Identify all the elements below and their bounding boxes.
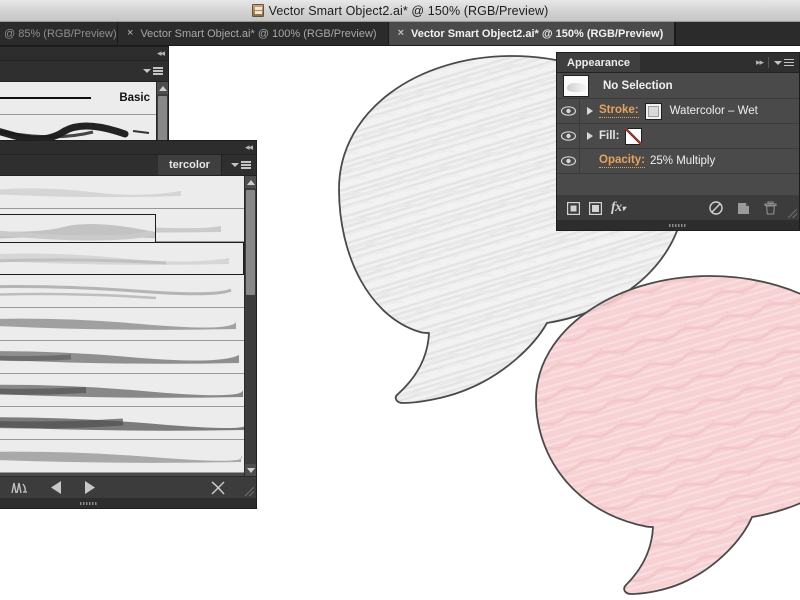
list-item[interactable] (0, 341, 244, 374)
no-selection-label: No Selection (603, 79, 673, 92)
panel-menu-icon[interactable] (143, 67, 163, 75)
left-triangle-icon[interactable] (51, 481, 62, 494)
collapse-panel-icon[interactable]: ◂◂ (245, 143, 253, 152)
panel-drag-handle[interactable] (557, 220, 799, 230)
watercolor-panel[interactable]: ◂◂ tercolor (0, 140, 257, 509)
window-title: Vector Smart Object2.ai* @ 150% (RGB/Pre… (268, 3, 549, 18)
brush-name-label: Basic (119, 92, 150, 104)
document-tab-1[interactable]: × @ 85% (RGB/Preview) (0, 22, 118, 45)
clear-appearance-button[interactable] (709, 201, 723, 215)
tab-watercolor[interactable]: tercolor (158, 155, 222, 175)
disclosure-triangle[interactable] (580, 99, 599, 123)
stroke-swatch[interactable] (644, 102, 662, 120)
tab-bar-filler (675, 22, 800, 45)
appearance-rows: No Selection Stroke: Watercolor – Wet Fi… (557, 73, 799, 196)
tab-appearance[interactable]: Appearance (557, 53, 640, 72)
illustrator-window: Vector Smart Object2.ai* @ 150% (RGB/Pre… (0, 0, 800, 600)
x-brush-icon[interactable] (210, 480, 226, 496)
trash-icon[interactable] (764, 201, 777, 215)
visibility-eye-icon[interactable] (557, 124, 580, 148)
visibility-eye-icon[interactable] (557, 99, 580, 123)
none-swatch[interactable] (625, 127, 643, 145)
scroll-up-arrow[interactable] (157, 82, 168, 94)
brushes-tab-row: Brushes (0, 61, 168, 82)
document-tab-label: Vector Smart Object2.ai* @ 150% (RGB/Pre… (411, 27, 664, 40)
scroll-down-arrow[interactable] (245, 464, 256, 476)
appearance-row-stroke[interactable]: Stroke: Watercolor – Wet (557, 99, 799, 124)
opacity-value: 25% Multiply (650, 155, 716, 167)
duplicate-item-button[interactable] (737, 202, 750, 215)
brush-libraries-icon[interactable] (11, 481, 29, 495)
list-item[interactable] (0, 275, 244, 308)
close-icon[interactable]: × (398, 28, 404, 39)
right-triangle-icon[interactable] (84, 481, 95, 494)
disclosure-triangle[interactable] (580, 124, 599, 148)
illustrator-document-icon (251, 4, 264, 17)
add-new-stroke-button[interactable] (567, 201, 580, 215)
artwork-thumbnail (563, 74, 589, 97)
add-new-fill-button[interactable] (589, 201, 602, 215)
opacity-spacer (580, 149, 599, 173)
list-item[interactable] (0, 308, 244, 341)
stroke-label[interactable]: Stroke: (599, 104, 639, 118)
collapse-panel-icon[interactable]: ◂◂ (157, 49, 165, 58)
watercolor-collapse-bar: ◂◂ (0, 141, 256, 155)
add-new-effect-button[interactable]: fx▾ (611, 200, 626, 216)
watercolor-tab-label: tercolor (169, 159, 210, 171)
watercolor-tab-row: tercolor (0, 155, 256, 176)
list-item[interactable] (0, 440, 244, 473)
panel-menu-icon[interactable] (774, 58, 794, 67)
list-item[interactable] (0, 407, 244, 440)
appearance-panel[interactable]: Appearance ▸▸ No Selection Stroke: Water… (556, 52, 800, 231)
document-tab-label: @ 85% (RGB/Preview) (4, 27, 117, 40)
document-tab-2[interactable]: × Vector Smart Object.ai* @ 100% (RGB/Pr… (118, 22, 389, 45)
appearance-tab-label: Appearance (567, 56, 630, 69)
panel-drag-handle[interactable] (0, 498, 256, 508)
appearance-panel-tab-row: Appearance ▸▸ (557, 53, 799, 73)
visibility-eye-icon[interactable] (557, 149, 580, 173)
window-title-bar: Vector Smart Object2.ai* @ 150% (RGB/Pre… (0, 0, 800, 22)
watercolor-panel-footer (0, 476, 256, 498)
document-tab-3[interactable]: × Vector Smart Object2.ai* @ 150% (RGB/P… (388, 22, 676, 45)
scroll-up-arrow[interactable] (245, 176, 256, 188)
list-item[interactable] (0, 176, 244, 209)
appearance-panel-footer: fx▾ (557, 196, 799, 220)
opacity-label[interactable]: Opacity: (599, 154, 646, 168)
fx-icon: fx (611, 200, 622, 215)
list-item[interactable] (0, 374, 244, 407)
stroke-value: Watercolor – Wet (669, 105, 758, 117)
panel-menu-icon[interactable] (231, 161, 251, 169)
document-tab-bar: × @ 85% (RGB/Preview) × Vector Smart Obj… (0, 22, 800, 46)
appearance-row-no-selection: No Selection (557, 73, 799, 99)
collapse-panel-icon[interactable]: ▸▸ (756, 58, 764, 67)
brushes-collapse-bar: ◂◂ (0, 47, 168, 61)
watercolor-scrollbar[interactable] (244, 176, 256, 476)
list-item[interactable] (0, 242, 244, 275)
document-tab-label: Vector Smart Object.ai* @ 100% (RGB/Prev… (140, 27, 377, 40)
close-icon[interactable]: × (127, 28, 133, 39)
scrollbar-thumb[interactable] (246, 190, 255, 295)
appearance-empty-row (557, 174, 799, 196)
appearance-row-fill[interactable]: Fill: (557, 124, 799, 149)
appearance-row-opacity[interactable]: Opacity: 25% Multiply (557, 149, 799, 174)
resize-grip[interactable] (245, 487, 254, 496)
list-item[interactable]: Basic (0, 82, 156, 115)
resize-grip[interactable] (788, 209, 797, 218)
toolbar-divider (768, 57, 769, 68)
fill-label[interactable]: Fill: (599, 130, 619, 143)
